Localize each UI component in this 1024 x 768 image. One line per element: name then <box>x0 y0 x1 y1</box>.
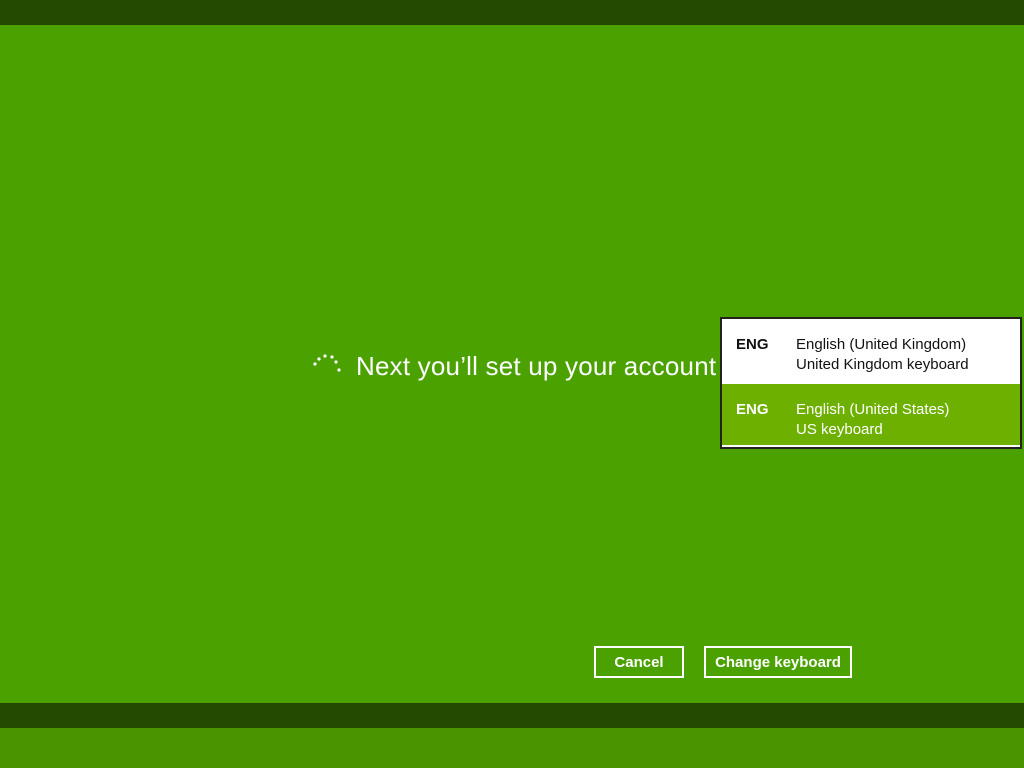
keyboard-option-language: English (United States) <box>796 401 950 418</box>
keyboard-option-code: ENG <box>736 336 769 353</box>
keyboard-option-en-us[interactable]: ENG English (United States) US keyboard <box>722 384 1020 445</box>
setup-status: Next you’ll set up your account <box>310 344 716 388</box>
keyboard-option-layout: United Kingdom keyboard <box>796 356 969 373</box>
cancel-button[interactable]: Cancel <box>594 646 684 678</box>
loading-dots-icon <box>313 354 341 372</box>
bottom-band <box>0 703 1024 728</box>
keyboard-option-code: ENG <box>736 401 769 418</box>
keyboard-option-language: English (United Kingdom) <box>796 336 967 353</box>
keyboard-option-en-gb[interactable]: ENG English (United Kingdom) United King… <box>722 319 1020 380</box>
change-keyboard-button[interactable]: Change keyboard <box>704 646 852 678</box>
bottom-strip <box>0 728 1024 768</box>
keyboard-layout-menu: ENG English (United Kingdom) United King… <box>720 317 1022 449</box>
top-band <box>0 0 1024 25</box>
keyboard-option-layout: US keyboard <box>796 421 883 438</box>
setup-status-text: Next you’ll set up your account <box>356 350 717 381</box>
